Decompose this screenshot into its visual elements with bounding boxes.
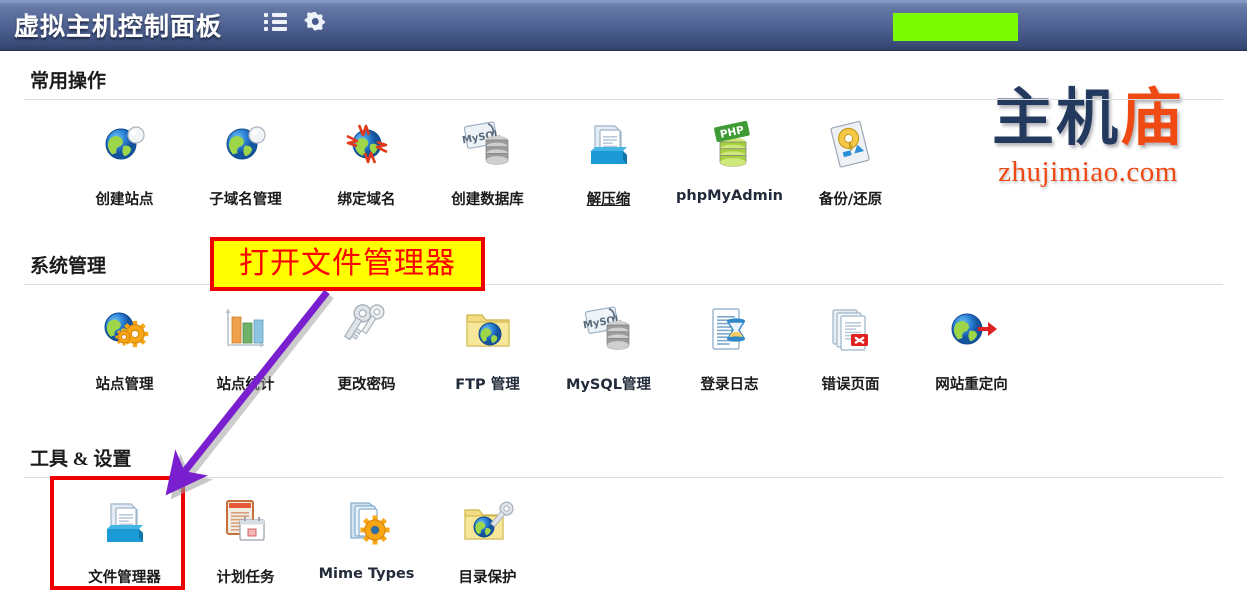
globe-icon[interactable]	[218, 112, 274, 176]
tile-label[interactable]: 创建数据库	[451, 188, 524, 209]
tile-cron-calendar[interactable]: 计划任务	[185, 490, 306, 587]
section-title: 常用操作	[30, 71, 107, 92]
list-icon[interactable]	[264, 13, 288, 32]
tile-label[interactable]: 创建站点	[96, 188, 154, 209]
folder-key-icon[interactable]	[460, 490, 516, 554]
globe-gear-icon[interactable]	[97, 297, 153, 361]
tile-label[interactable]: FTP 管理	[455, 373, 519, 394]
globe-arrow-icon[interactable]	[944, 297, 1000, 361]
app-title: 虚拟主机控制面板	[14, 12, 223, 41]
callout-open-file-manager: 打开文件管理器	[210, 237, 485, 291]
tile-globe-bind[interactable]: 绑定域名	[306, 112, 427, 209]
app-header: 虚拟主机控制面板	[0, 0, 1247, 51]
error-pages-icon[interactable]	[823, 297, 879, 361]
tile-mime-gear[interactable]: Mime Types	[306, 490, 427, 587]
tile-label[interactable]: 站点管理	[96, 373, 154, 394]
section-title: 工具 & 设置	[30, 449, 132, 470]
section-grid: 文件管理器 计划任务 Mime Types 目录保护	[0, 478, 1247, 587]
tile-label[interactable]: Mime Types	[319, 566, 415, 582]
tile-archive[interactable]: 解压缩	[548, 112, 669, 209]
tile-label[interactable]: 更改密码	[338, 373, 396, 394]
tile-label[interactable]: 子域名管理	[209, 188, 282, 209]
tile-label[interactable]: MySQL管理	[566, 373, 651, 394]
tile-label[interactable]: 目录保护	[459, 566, 517, 587]
section-grid: 创建站点 子域名管理 绑定域名 MySQL 创建数据库 解压缩 PHP phpM…	[0, 100, 1247, 209]
tile-label[interactable]: 计划任务	[217, 566, 275, 587]
cron-calendar-icon[interactable]	[218, 490, 274, 554]
tile-mysql-db[interactable]: MySQL MySQL管理	[548, 297, 669, 394]
section-system-management: 系统管理 站点管理 站点统计 更改密码 FTP 管理 MySQL MySQL管理…	[0, 251, 1247, 394]
section-tools-settings: 工具 & 设置 文件管理器 计划任务 Mime Types 目录保护	[0, 444, 1247, 587]
log-hourglass-icon[interactable]	[702, 297, 758, 361]
highlight-file-manager	[50, 476, 185, 590]
archive-icon[interactable]	[581, 112, 637, 176]
section-common-operations: 常用操作 创建站点 子域名管理 绑定域名 MySQL 创建数据库 解压缩 PHP…	[0, 66, 1247, 209]
tile-folder-key[interactable]: 目录保护	[427, 490, 548, 587]
tile-error-pages[interactable]: 错误页面	[790, 297, 911, 394]
folder-globe-icon[interactable]	[460, 297, 516, 361]
globe-icon[interactable]	[97, 112, 153, 176]
redaction-block	[893, 13, 1018, 41]
tile-label[interactable]: 解压缩	[587, 188, 631, 209]
tile-globe[interactable]: 创建站点	[64, 112, 185, 209]
callout-label: 打开文件管理器	[239, 246, 456, 281]
tile-globe-gear[interactable]: 站点管理	[64, 297, 185, 394]
tile-log-hourglass[interactable]: 登录日志	[669, 297, 790, 394]
tile-label[interactable]: 备份/还原	[819, 188, 882, 209]
backup-icon[interactable]	[823, 112, 879, 176]
tile-globe-arrow[interactable]: 网站重定向	[911, 297, 1032, 394]
php-db-icon[interactable]: PHP	[702, 112, 758, 176]
tile-mysql-db[interactable]: MySQL 创建数据库	[427, 112, 548, 209]
bar-chart-icon[interactable]	[218, 297, 274, 361]
keys-icon[interactable]	[339, 297, 395, 361]
tile-backup[interactable]: 备份/还原	[790, 112, 911, 209]
tile-label[interactable]: 站点统计	[217, 373, 275, 394]
tile-label[interactable]: phpMyAdmin	[676, 188, 783, 204]
tile-label[interactable]: 绑定域名	[338, 188, 396, 209]
tile-label[interactable]: 网站重定向	[935, 373, 1008, 394]
section-grid: 站点管理 站点统计 更改密码 FTP 管理 MySQL MySQL管理 登录日志…	[0, 285, 1247, 394]
tile-label[interactable]: 错误页面	[822, 373, 880, 394]
gear-icon[interactable]	[304, 10, 327, 33]
mime-gear-icon[interactable]	[339, 490, 395, 554]
tile-keys[interactable]: 更改密码	[306, 297, 427, 394]
tile-php-db[interactable]: PHP phpMyAdmin	[669, 112, 790, 209]
tile-globe[interactable]: 子域名管理	[185, 112, 306, 209]
tile-folder-globe[interactable]: FTP 管理	[427, 297, 548, 394]
tile-bar-chart[interactable]: 站点统计	[185, 297, 306, 394]
tile-label[interactable]: 登录日志	[701, 373, 759, 394]
mysql-db-icon[interactable]: MySQL	[460, 112, 516, 176]
mysql-db-icon[interactable]: MySQL	[581, 297, 637, 361]
section-title: 系统管理	[30, 256, 107, 277]
globe-bind-icon[interactable]	[339, 112, 395, 176]
header-icon-group	[264, 10, 327, 33]
